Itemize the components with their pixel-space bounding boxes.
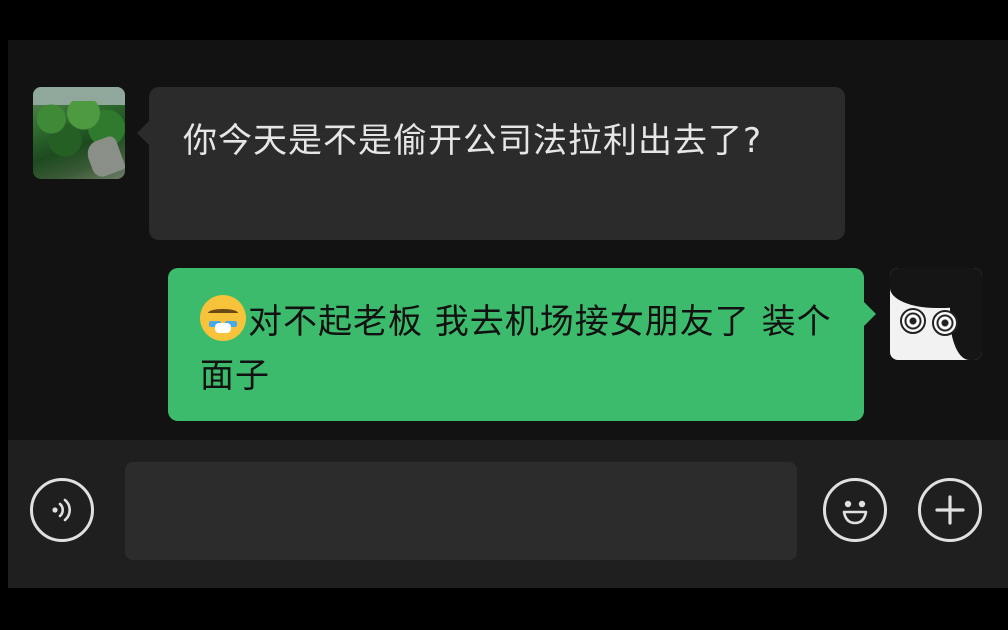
contact-avatar[interactable] [33, 87, 125, 179]
outgoing-message-text: 对不起老板 我去机场接女朋友了 装个面子 [200, 302, 832, 396]
outgoing-message-bubble[interactable]: 对不起老板 我去机场接女朋友了 装个面子 [168, 268, 876, 421]
message-input[interactable] [125, 462, 797, 560]
voice-icon [47, 495, 77, 525]
message-list[interactable]: 你今天是不是偷开公司法拉利出去了? 对不起老板 我去机场接女朋友了 装个面子 [8, 40, 1008, 440]
smiley-icon [835, 490, 875, 530]
avatar-right-eye [932, 310, 958, 336]
input-bar [8, 440, 1008, 588]
avatar-left-eye [900, 308, 926, 334]
emoji-button[interactable] [823, 478, 887, 542]
plus-icon [932, 492, 968, 528]
voice-button[interactable] [30, 478, 94, 542]
incoming-message-text: 你今天是不是偷开公司法拉利出去了? [183, 121, 763, 161]
crying-face-emoji-icon [200, 295, 246, 341]
incoming-message-bubble[interactable]: 你今天是不是偷开公司法拉利出去了? [137, 87, 845, 240]
my-avatar[interactable] [890, 268, 982, 360]
more-button[interactable] [918, 478, 982, 542]
chat-screen: 你今天是不是偷开公司法拉利出去了? 对不起老板 我去机场接女朋友了 装个面子 [0, 0, 1008, 630]
